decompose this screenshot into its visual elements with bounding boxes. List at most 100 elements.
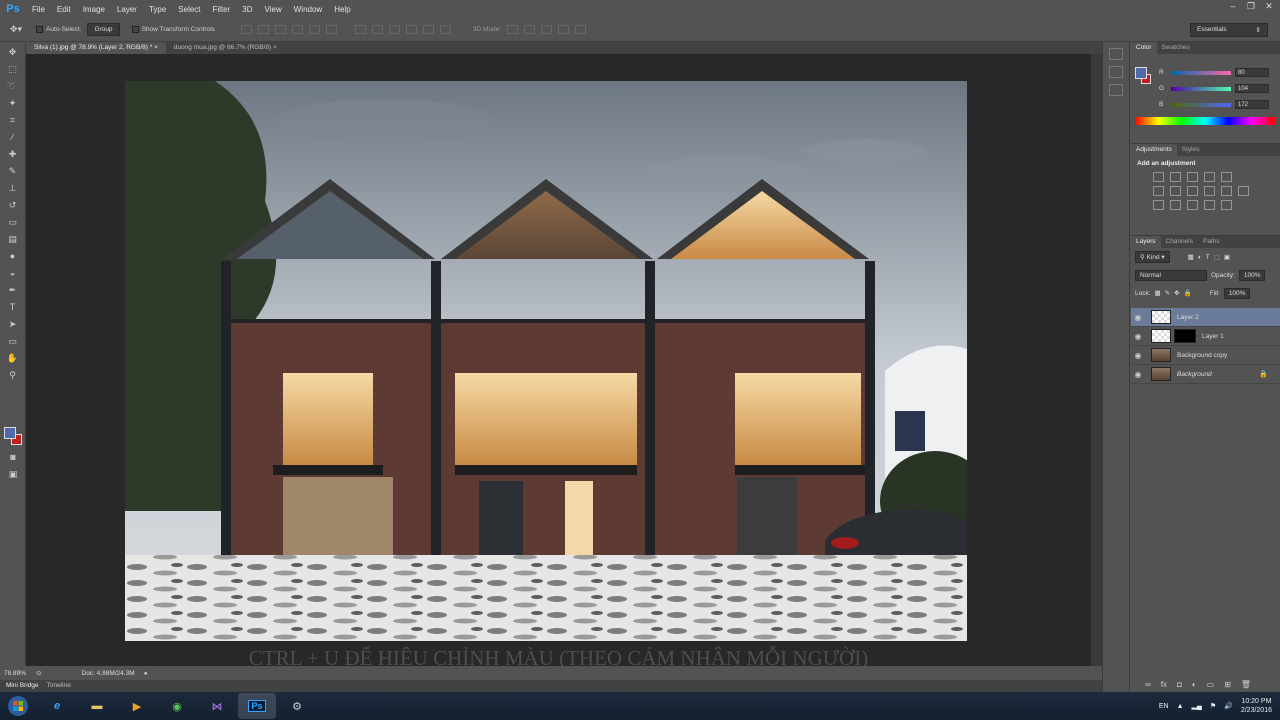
tab-layers[interactable]: Layers <box>1131 236 1161 248</box>
blue-slider[interactable] <box>1171 102 1231 107</box>
distribute-right-icon[interactable] <box>439 25 451 34</box>
menu-select[interactable]: Select <box>172 5 206 14</box>
blur-tool-icon[interactable]: ● <box>5 249 21 263</box>
tray-arrow-icon[interactable]: ▲ <box>1177 703 1184 710</box>
color-spectrum-bar[interactable] <box>1135 117 1275 125</box>
eraser-tool-icon[interactable]: ▭ <box>5 215 21 229</box>
quick-mask-icon[interactable]: ◙ <box>5 450 21 464</box>
link-layers-icon[interactable]: ∞ <box>1145 680 1151 689</box>
lock-transparent-icon[interactable]: ▦ <box>1155 289 1161 297</box>
black-white-icon[interactable] <box>1187 186 1198 196</box>
file-explorer-icon[interactable]: ▬ <box>78 693 116 719</box>
add-mask-icon[interactable]: ◘ <box>1177 680 1182 689</box>
gradient-tool-icon[interactable]: ▤ <box>5 232 21 246</box>
volume-icon[interactable]: 🔊 <box>1224 702 1233 710</box>
workspace-dropdown[interactable]: Essentials ⇕ <box>1190 23 1268 37</box>
tab-document-duong-mua[interactable]: duong mua.jpg @ 66.7% (RGB/8) × <box>166 42 285 54</box>
menu-filter[interactable]: Filter <box>207 5 237 14</box>
photoshop-taskbar-icon[interactable]: Ps <box>238 693 276 719</box>
show-transform-checkbox[interactable]: Show Transform Controls <box>131 25 215 33</box>
exposure-icon[interactable] <box>1204 172 1215 182</box>
close-icon[interactable]: ✕ <box>1262 0 1276 12</box>
magic-wand-tool-icon[interactable]: ✦ <box>5 96 21 110</box>
blue-value[interactable]: 172 <box>1235 100 1269 109</box>
3d-rotate-icon[interactable] <box>507 25 519 34</box>
visibility-eye-icon[interactable]: ◉ <box>1131 370 1145 379</box>
color-balance-icon[interactable] <box>1170 186 1181 196</box>
menu-window[interactable]: Window <box>288 5 328 14</box>
new-layer-icon[interactable]: ⊞ <box>1224 680 1231 689</box>
dodge-tool-icon[interactable]: ◒ <box>5 266 21 280</box>
adjustment-filter-icon[interactable]: ◐ <box>1198 254 1202 261</box>
tab-styles[interactable]: Styles <box>1177 144 1205 156</box>
tab-channels[interactable]: Channels <box>1161 236 1198 248</box>
menu-view[interactable]: View <box>259 5 288 14</box>
photo-filter-icon[interactable] <box>1204 186 1215 196</box>
selective-color-icon[interactable] <box>1204 200 1215 210</box>
3d-drag-icon[interactable] <box>541 25 553 34</box>
3d-slide-icon[interactable] <box>558 25 570 34</box>
layer-style-icon[interactable]: fx <box>1161 680 1167 689</box>
kind-filter-dropdown[interactable]: ⚲ Kind ▾ <box>1135 251 1170 263</box>
screen-mode-icon[interactable]: ▣ <box>5 467 21 481</box>
history-brush-tool-icon[interactable]: ↺ <box>5 198 21 212</box>
marquee-tool-icon[interactable]: ⬚ <box>5 62 21 76</box>
menu-layer[interactable]: Layer <box>111 5 143 14</box>
visibility-eye-icon[interactable]: ◉ <box>1131 332 1145 341</box>
path-selection-tool-icon[interactable]: ➤ <box>5 317 21 331</box>
brightness-contrast-icon[interactable] <box>1153 172 1164 182</box>
lock-pixels-icon[interactable]: ✎ <box>1165 289 1170 297</box>
distribute-top-icon[interactable] <box>354 25 366 34</box>
hue-saturation-icon[interactable] <box>1153 186 1164 196</box>
layer-row-layer-2[interactable]: ◉ Layer 2 <box>1131 308 1280 327</box>
tab-timeline[interactable]: Timeline <box>47 680 71 692</box>
distribute-hcenter-icon[interactable] <box>422 25 434 34</box>
clock[interactable]: 10:20 PM 2/23/2016 <box>1241 697 1272 715</box>
red-slider[interactable] <box>1171 70 1231 75</box>
green-slider[interactable] <box>1171 86 1231 91</box>
threshold-icon[interactable] <box>1187 200 1198 210</box>
status-menu-icon[interactable]: ⊙ <box>36 669 41 677</box>
levels-icon[interactable] <box>1170 172 1181 182</box>
network-icon[interactable]: ▂▄ <box>1192 702 1202 710</box>
rectangle-tool-icon[interactable]: ▭ <box>5 334 21 348</box>
language-indicator[interactable]: EN <box>1159 703 1169 710</box>
menu-help[interactable]: Help <box>328 5 356 14</box>
vibrance-icon[interactable] <box>1221 172 1232 182</box>
align-hcenter-icon[interactable] <box>308 25 320 34</box>
canvas-area[interactable]: CTRL + U ĐỂ HIỆU CHỈNH MÀU (THEO CẢM NHẬ… <box>26 54 1091 670</box>
menu-3d[interactable]: 3D <box>236 5 258 14</box>
align-left-icon[interactable] <box>291 25 303 34</box>
posterize-icon[interactable] <box>1170 200 1181 210</box>
green-app-icon[interactable]: ◉ <box>158 693 196 719</box>
eyedropper-tool-icon[interactable]: ⁄ <box>5 130 21 144</box>
healing-brush-tool-icon[interactable]: ✚ <box>5 147 21 161</box>
tab-swatches[interactable]: Swatches <box>1157 42 1195 54</box>
layer-row-background[interactable]: ◉ Background 🔒 <box>1131 365 1280 384</box>
color-lookup-icon[interactable] <box>1238 186 1249 196</box>
utility-app-icon[interactable]: ⚙ <box>278 693 316 719</box>
lasso-tool-icon[interactable]: ➰ <box>5 79 21 93</box>
auto-select-dropdown[interactable]: Group <box>87 23 120 36</box>
canvas-image[interactable] <box>125 81 967 641</box>
align-top-icon[interactable] <box>240 25 252 34</box>
tab-document-silva[interactable]: Silva (1).jpg @ 78.9% (Layer 2, RGB/8) *… <box>26 42 166 54</box>
curves-icon[interactable] <box>1187 172 1198 182</box>
tab-mini-bridge[interactable]: Mini Bridge <box>6 680 39 692</box>
start-button[interactable] <box>0 692 36 720</box>
vertical-scrollbar[interactable] <box>1091 54 1102 666</box>
visibility-eye-icon[interactable]: ◉ <box>1131 313 1145 322</box>
visibility-eye-icon[interactable]: ◉ <box>1131 351 1145 360</box>
menu-file[interactable]: File <box>26 5 51 14</box>
clone-stamp-tool-icon[interactable]: ⊥ <box>5 181 21 195</box>
gradient-map-icon[interactable] <box>1221 200 1232 210</box>
smart-object-filter-icon[interactable]: ▣ <box>1224 253 1230 261</box>
distribute-bottom-icon[interactable] <box>388 25 400 34</box>
layer-row-layer-1[interactable]: ◉ Layer 1 <box>1131 327 1280 346</box>
tab-color[interactable]: Color <box>1131 42 1157 54</box>
history-panel-icon[interactable] <box>1109 48 1123 60</box>
flag-icon[interactable]: ⚑ <box>1210 702 1216 710</box>
media-player-icon[interactable]: ▶ <box>118 693 156 719</box>
close-icon[interactable]: × <box>154 44 158 51</box>
zoom-tool-icon[interactable]: ⚲ <box>5 368 21 382</box>
